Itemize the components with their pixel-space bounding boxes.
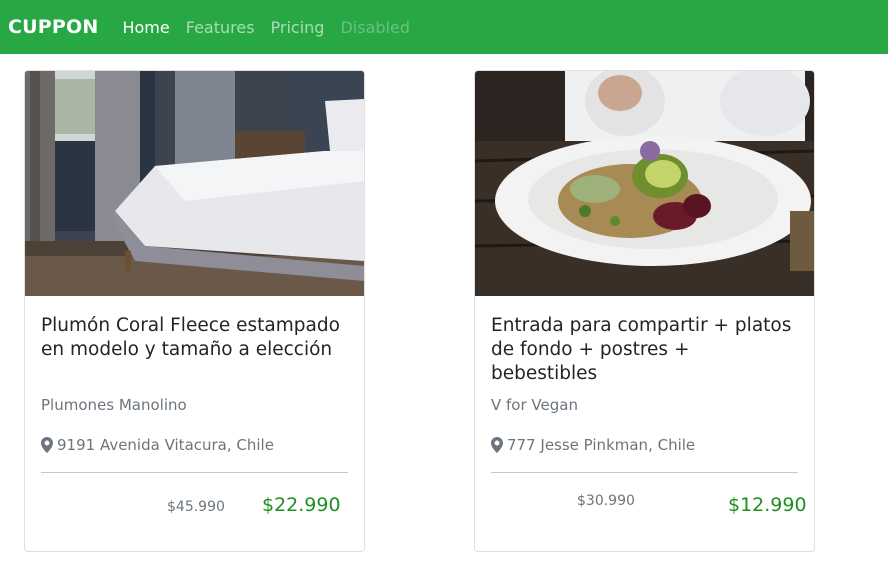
divider bbox=[41, 472, 348, 473]
address-text: 777 Jesse Pinkman, Chile bbox=[507, 436, 696, 454]
deal-image-salad[interactable] bbox=[475, 71, 814, 296]
deal-card[interactable]: Entrada para compartir + platos de fondo… bbox=[474, 70, 815, 552]
salad-plate-photo bbox=[475, 71, 814, 296]
map-marker-icon bbox=[41, 437, 53, 453]
divider bbox=[491, 472, 798, 473]
merchant-name: V for Vegan bbox=[491, 396, 578, 414]
original-price: $30.990 bbox=[577, 493, 635, 509]
nav-link-home[interactable]: Home bbox=[122, 18, 169, 37]
brand-logo[interactable]: CUPPON bbox=[8, 16, 98, 38]
original-price: $45.990 bbox=[167, 499, 225, 515]
bedroom-photo bbox=[25, 71, 364, 296]
deal-address: 777 Jesse Pinkman, Chile bbox=[491, 436, 695, 454]
nav-link-features[interactable]: Features bbox=[186, 18, 255, 37]
deal-card[interactable]: Plumón Coral Fleece estampado en modelo … bbox=[24, 70, 365, 552]
deal-title[interactable]: Plumón Coral Fleece estampado en modelo … bbox=[41, 314, 346, 362]
discount-price: $22.990 bbox=[262, 494, 341, 516]
deal-address: 9191 Avenida Vitacura, Chile bbox=[41, 436, 274, 454]
nav-link-disabled: Disabled bbox=[340, 17, 410, 37]
navbar: CUPPON Home Features Pricing Disabled bbox=[0, 0, 888, 54]
deal-title[interactable]: Entrada para compartir + platos de fondo… bbox=[491, 314, 796, 386]
nav-link-pricing[interactable]: Pricing bbox=[271, 18, 325, 37]
merchant-name: Plumones Manolino bbox=[41, 396, 187, 414]
deal-image-bedroom[interactable] bbox=[25, 71, 364, 296]
map-marker-icon bbox=[491, 437, 503, 453]
address-text: 9191 Avenida Vitacura, Chile bbox=[57, 436, 274, 454]
discount-price: $12.990 bbox=[728, 494, 807, 516]
